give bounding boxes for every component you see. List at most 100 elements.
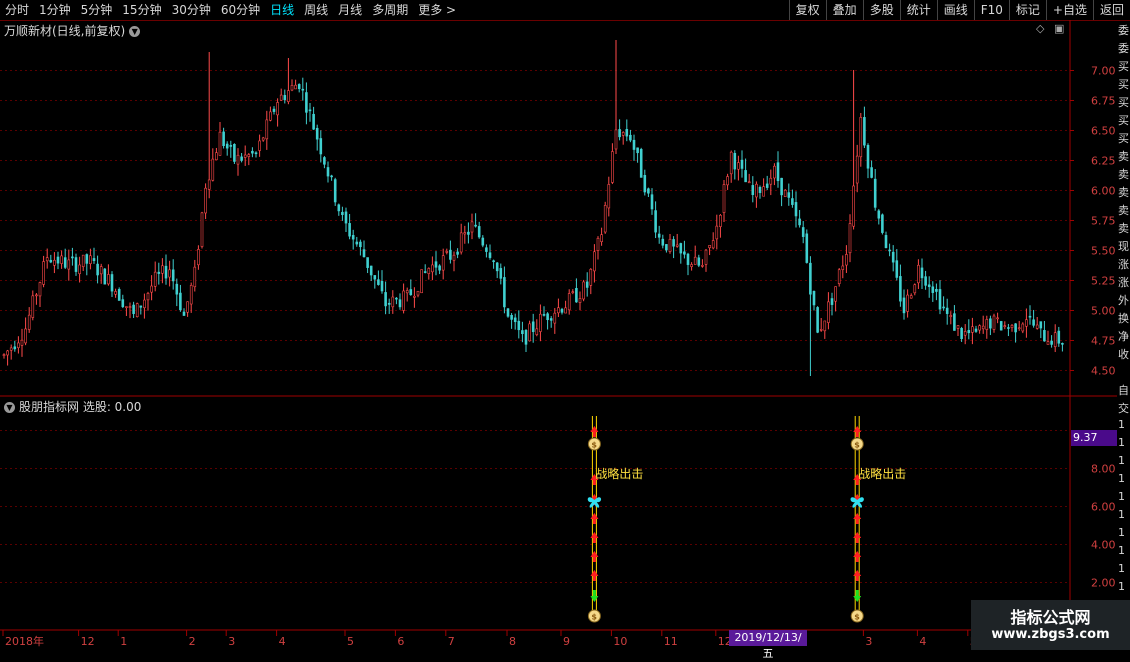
period-tab-10[interactable]: 更多 > bbox=[413, 0, 461, 20]
quote-strip-item: 1 bbox=[1118, 436, 1125, 449]
candle-body bbox=[351, 235, 355, 240]
period-tab-5[interactable]: 60分钟 bbox=[216, 0, 265, 20]
candle-body bbox=[81, 254, 85, 267]
kline-chart[interactable]: 7.00 6.75 6.50 6.25 6.00 5.75 5.50 5.25 5.00 4.75… bbox=[0, 20, 1117, 650]
candle-body bbox=[319, 138, 323, 155]
period-tab-3[interactable]: 15分钟 bbox=[117, 0, 166, 20]
period-tab-9[interactable]: 多周期 bbox=[367, 0, 413, 20]
candle-body bbox=[103, 268, 107, 285]
candle-body bbox=[985, 319, 989, 330]
candle-body bbox=[981, 325, 985, 330]
candle-body bbox=[895, 260, 899, 278]
x-tick-label: 12 bbox=[81, 635, 95, 648]
candle-body bbox=[1035, 324, 1039, 329]
period-tab-6[interactable]: 日线 bbox=[265, 0, 299, 20]
candle-body bbox=[643, 175, 647, 193]
x-tick-label: 9 bbox=[563, 635, 570, 648]
candle-body bbox=[859, 117, 863, 158]
candle-body bbox=[323, 157, 326, 165]
period-tab-8[interactable]: 月线 bbox=[333, 0, 367, 20]
candle-body bbox=[809, 262, 812, 295]
candle-body bbox=[963, 331, 967, 336]
candle-body bbox=[204, 187, 207, 214]
candle-body bbox=[236, 154, 240, 165]
x-tick-label: 3 bbox=[228, 635, 235, 648]
function-button-8[interactable]: 返回 bbox=[1092, 0, 1130, 20]
candle-body bbox=[967, 330, 971, 334]
candle-body bbox=[1057, 330, 1061, 344]
candle-body bbox=[693, 256, 697, 265]
quote-strip-item: 1 bbox=[1118, 526, 1125, 539]
candle-body bbox=[1021, 323, 1025, 332]
candle-body bbox=[647, 188, 650, 194]
candle-body bbox=[258, 140, 261, 151]
toolbar: 分时 1分钟 5分钟 15分钟 30分钟 60分钟 日线 周线 月线 多周期 更多 > 复权 叠加 多股… bbox=[0, 0, 1130, 21]
candle-body bbox=[359, 241, 362, 248]
up-arrow-icon bbox=[590, 532, 599, 543]
quote-strip-item: 1 bbox=[1118, 580, 1125, 593]
candle-body bbox=[186, 301, 189, 313]
candle-body bbox=[837, 269, 841, 284]
function-button-6[interactable]: 标记 bbox=[1008, 0, 1046, 20]
quote-strip-item: 1 bbox=[1118, 418, 1125, 431]
candle-body bbox=[409, 289, 413, 296]
candle-body bbox=[330, 175, 333, 178]
candle-body bbox=[481, 237, 485, 246]
candle-body bbox=[161, 265, 164, 274]
quote-strip-item: 委 bbox=[1118, 42, 1129, 55]
candle-body bbox=[229, 145, 233, 147]
candle-body bbox=[629, 134, 632, 141]
function-button-3[interactable]: 统计 bbox=[899, 0, 937, 20]
candle-body bbox=[1025, 319, 1028, 327]
period-tab-0[interactable]: 分时 bbox=[0, 0, 34, 20]
candle-body bbox=[920, 267, 924, 279]
function-button-0[interactable]: 复权 bbox=[788, 0, 826, 20]
candle-body bbox=[373, 275, 377, 280]
candle-body bbox=[78, 264, 81, 274]
candle-body bbox=[200, 212, 204, 247]
function-button-1[interactable]: 叠加 bbox=[825, 0, 863, 20]
candle-body bbox=[560, 308, 564, 313]
candle-body bbox=[377, 279, 380, 285]
cursor-date-label: 2019/12/13/五 bbox=[729, 630, 807, 660]
candle-body bbox=[672, 239, 675, 247]
candle-body bbox=[254, 152, 258, 155]
candle-body bbox=[308, 109, 312, 112]
function-button-5[interactable]: F10 bbox=[973, 0, 1009, 20]
candle-body bbox=[654, 210, 657, 233]
candle-body bbox=[499, 268, 503, 279]
function-button-7[interactable]: +自选 bbox=[1045, 0, 1093, 20]
candle-body bbox=[348, 223, 351, 237]
chevron-down-icon[interactable]: ▼ bbox=[4, 402, 15, 413]
function-button-4[interactable]: 画线 bbox=[936, 0, 974, 20]
candle-body bbox=[233, 143, 236, 162]
period-tab-1[interactable]: 1分钟 bbox=[34, 0, 76, 20]
candle-body bbox=[143, 299, 146, 309]
candle-body bbox=[506, 308, 510, 317]
x-tick-label: 7 bbox=[448, 635, 455, 648]
candle-body bbox=[949, 315, 953, 317]
period-tab-4[interactable]: 30分钟 bbox=[167, 0, 216, 20]
period-tab-2[interactable]: 5分钟 bbox=[76, 0, 118, 20]
period-tab-7[interactable]: 周线 bbox=[299, 0, 333, 20]
candle-body bbox=[657, 233, 661, 238]
quote-strip-item: 交 bbox=[1118, 402, 1129, 415]
candle-body bbox=[704, 249, 708, 265]
candle-body bbox=[1028, 315, 1032, 318]
candle-body bbox=[312, 113, 315, 130]
candle-body bbox=[827, 301, 830, 323]
quote-strip-item: 卖 bbox=[1118, 222, 1129, 235]
candle-body bbox=[452, 254, 456, 261]
indicator-tick-label: 8.00 bbox=[1091, 463, 1116, 476]
candle-body bbox=[1039, 321, 1043, 329]
quote-strip-item: 买 bbox=[1118, 78, 1129, 91]
signal-label: 战略出击 bbox=[858, 466, 906, 481]
function-button-2[interactable]: 多股 bbox=[862, 0, 900, 20]
quote-strip-item: 卖 bbox=[1118, 168, 1129, 181]
candle-body bbox=[758, 187, 762, 193]
candle-body bbox=[294, 84, 297, 90]
candle-body bbox=[427, 268, 431, 274]
candle-body bbox=[938, 289, 942, 310]
quote-strip-item: 1 bbox=[1118, 472, 1125, 485]
candle-body bbox=[521, 330, 524, 335]
